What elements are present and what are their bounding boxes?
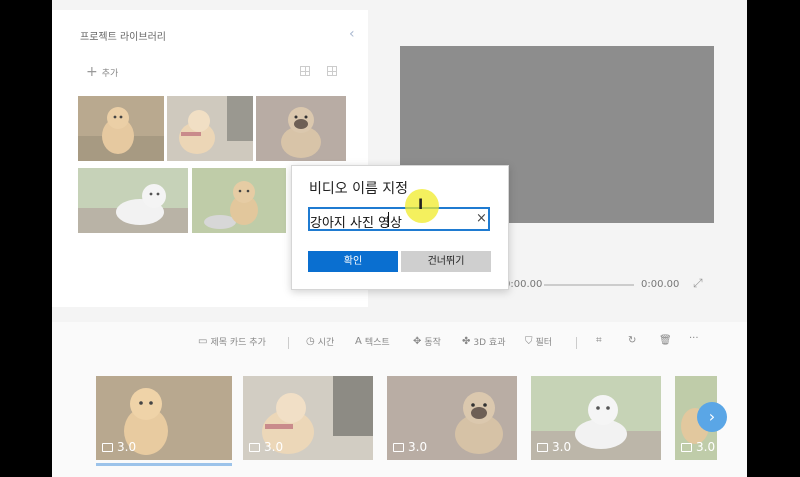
expand-icon[interactable]: ⤢ <box>693 276 703 291</box>
storyboard-card[interactable]: 3.0 <box>243 376 373 460</box>
video-name-input[interactable]: 강아지 사진 영상 × <box>308 207 490 231</box>
storyboard-card[interactable]: 3.0 <box>387 376 517 460</box>
media-thumbnail-3[interactable] <box>256 96 346 161</box>
image-icon <box>393 442 404 452</box>
toolbar-divider <box>576 337 577 349</box>
media-thumbnail-5[interactable] <box>192 168 286 233</box>
dialog-title: 비디오 이름 지정 <box>309 181 409 197</box>
media-thumbnail-1[interactable] <box>78 96 164 161</box>
media-thumbnail-2[interactable] <box>167 96 253 161</box>
clear-icon[interactable]: × <box>476 211 487 226</box>
large-grid-view-icon[interactable] <box>327 66 337 76</box>
crop-icon: ⌗ <box>596 335 602 346</box>
image-icon <box>537 442 548 452</box>
delete-button[interactable]: 🗑 <box>659 335 672 346</box>
clock-icon: ◷ <box>306 336 315 347</box>
3d-effects-button[interactable]: ✤ 3D 효과 <box>462 335 505 348</box>
motion-button[interactable]: ✥ 동작 <box>413 335 441 348</box>
confirm-button[interactable]: 확인 <box>308 251 398 272</box>
seek-bar[interactable] <box>544 284 634 286</box>
next-chevron-icon[interactable]: › <box>697 402 727 432</box>
ibeam-cursor-icon: I <box>418 197 424 213</box>
toolbar-divider <box>288 337 289 349</box>
add-media-button[interactable]: + 추가 <box>86 64 118 80</box>
current-time: 0:00.00 <box>504 279 543 290</box>
text-button[interactable]: A 텍스트 <box>355 335 390 348</box>
name-video-dialog: 비디오 이름 지정 강아지 사진 영상 × 확인 건너뛰기 <box>291 165 509 290</box>
skip-button[interactable]: 건너뛰기 <box>401 251 491 272</box>
library-title: 프로젝트 라이브러리 <box>80 32 166 43</box>
image-icon <box>249 442 260 452</box>
image-icon <box>681 442 692 452</box>
text-icon: A <box>355 336 362 347</box>
motion-icon: ✥ <box>413 336 422 347</box>
storyboard-card[interactable]: 3.0 <box>531 376 661 460</box>
rotate-icon: ↻ <box>628 335 637 346</box>
duration-button[interactable]: ◷ 시간 <box>306 335 334 348</box>
trash-icon: 🗑 <box>659 335 672 346</box>
rotate-button[interactable]: ↻ <box>628 335 636 346</box>
filter-button[interactable]: ⛉ 필터 <box>525 335 552 348</box>
collapse-chevron-icon[interactable]: ‹ <box>349 26 355 42</box>
more-options-button[interactable]: ··· <box>689 333 699 344</box>
crop-button[interactable]: ⌗ <box>596 335 602 346</box>
text-caret <box>388 212 389 227</box>
image-icon <box>102 442 113 452</box>
3d-effects-icon: ✤ <box>462 336 471 347</box>
filter-icon: ⛉ <box>525 336 533 347</box>
more-icon: ··· <box>689 333 699 344</box>
media-thumbnail-4[interactable] <box>78 168 188 233</box>
add-media-label: 추가 <box>101 68 119 79</box>
title-card-icon: ▭ <box>198 336 208 347</box>
grid-view-icon[interactable] <box>300 66 310 76</box>
add-title-card-button[interactable]: ▭ 제목 카드 추가 <box>198 335 266 348</box>
storyboard-card[interactable]: 3.0 <box>96 376 232 460</box>
total-time: 0:00.00 <box>641 279 680 290</box>
plus-icon: + <box>86 64 98 80</box>
selected-card-indicator <box>96 463 232 466</box>
